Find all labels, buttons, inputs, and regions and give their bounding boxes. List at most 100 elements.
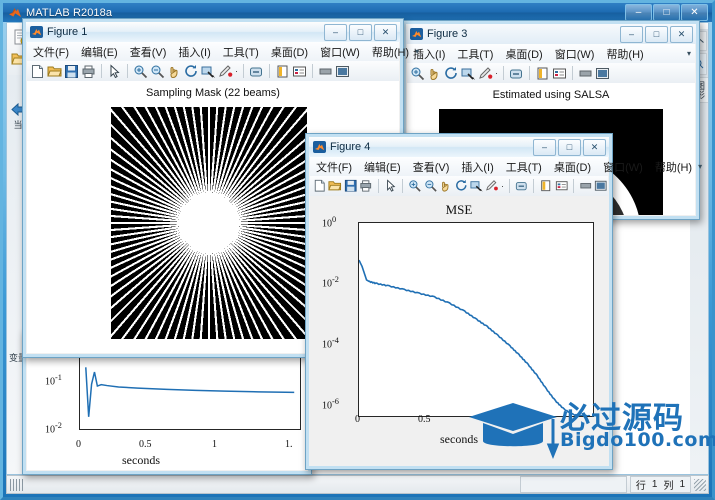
figure3-menubar[interactable]: 插入(I) 工具(T) 桌面(D) 窗口(W) 帮助(H) ▾ bbox=[407, 44, 695, 64]
colorbar-icon[interactable] bbox=[535, 66, 550, 81]
show-plot-tools-icon[interactable] bbox=[594, 179, 608, 194]
menu-item-window[interactable]: 窗口(W) bbox=[549, 46, 601, 62]
menu-item-view[interactable]: 查看(V) bbox=[407, 159, 456, 175]
figure3-maximize-button[interactable]: □ bbox=[645, 26, 668, 43]
pan-icon[interactable] bbox=[439, 179, 452, 194]
print-icon[interactable] bbox=[81, 64, 96, 79]
brush-dropdown-icon[interactable]: · bbox=[495, 68, 498, 78]
menu-item-desktop[interactable]: 桌面(D) bbox=[548, 159, 597, 175]
menu-item-help[interactable]: 帮助(H) bbox=[366, 44, 415, 60]
menu-overflow-chevron-icon[interactable]: ▾ bbox=[698, 162, 702, 171]
zoom-in-icon[interactable] bbox=[133, 64, 148, 79]
menu-item-desktop[interactable]: 桌面(D) bbox=[265, 44, 314, 60]
show-plot-tools-icon[interactable] bbox=[335, 64, 350, 79]
legend-icon[interactable] bbox=[292, 64, 307, 79]
menu-item-edit[interactable]: 编辑(E) bbox=[358, 159, 407, 175]
menu-item-help[interactable]: 帮助(H) bbox=[600, 46, 649, 62]
figure3-titlebar[interactable]: Figure 3 – □ ✕ bbox=[406, 24, 696, 44]
link-data-icon[interactable] bbox=[509, 66, 524, 81]
link-data-icon[interactable] bbox=[249, 64, 264, 79]
figure4-close-button[interactable]: ✕ bbox=[583, 139, 606, 156]
hide-plot-tools-icon[interactable] bbox=[578, 66, 593, 81]
figure3-minimize-button[interactable]: – bbox=[620, 26, 643, 43]
hide-plot-tools-icon[interactable] bbox=[579, 179, 592, 194]
data-cursor-icon[interactable] bbox=[461, 66, 476, 81]
menu-item-file[interactable]: 文件(F) bbox=[310, 159, 358, 175]
zoom-out-icon[interactable] bbox=[424, 179, 437, 194]
pan-icon[interactable] bbox=[167, 64, 182, 79]
hide-plot-tools-icon[interactable] bbox=[318, 64, 333, 79]
figure2-xtick-3: 1. bbox=[285, 439, 293, 450]
figure4-minimize-button[interactable]: – bbox=[533, 139, 556, 156]
new-figure-icon[interactable] bbox=[30, 64, 45, 79]
matlab-figure-icon bbox=[313, 141, 326, 153]
figure4-window[interactable]: Figure 4 – □ ✕ 文件(F) 编辑(E) 查看(V) 插入(I) 工… bbox=[305, 133, 702, 470]
brush-icon[interactable] bbox=[218, 64, 233, 79]
link-data-icon[interactable] bbox=[515, 179, 528, 194]
menu-item-tools[interactable]: 工具(T) bbox=[500, 159, 548, 175]
zoom-in-icon[interactable] bbox=[408, 179, 421, 194]
resize-grip-icon[interactable] bbox=[694, 478, 706, 491]
figure4-window-controls[interactable]: – □ ✕ bbox=[533, 139, 606, 156]
legend-icon[interactable] bbox=[552, 66, 567, 81]
figure4-titlebar[interactable]: Figure 4 – □ ✕ bbox=[309, 137, 609, 157]
menu-item-view[interactable]: 查看(V) bbox=[124, 44, 173, 60]
brush-dropdown-icon[interactable]: · bbox=[235, 66, 238, 76]
data-cursor-icon[interactable] bbox=[201, 64, 216, 79]
rotate-3d-icon[interactable] bbox=[184, 64, 199, 79]
rotate-3d-icon[interactable] bbox=[455, 179, 468, 194]
figure1-menubar[interactable]: 文件(F) 编辑(E) 查看(V) 插入(I) 工具(T) 桌面(D) 窗口(W… bbox=[27, 42, 419, 62]
save-figure-icon[interactable] bbox=[344, 179, 357, 194]
close-button[interactable]: ✕ bbox=[681, 4, 708, 21]
show-plot-tools-icon[interactable] bbox=[595, 66, 610, 81]
pan-icon[interactable] bbox=[427, 66, 442, 81]
pointer-icon[interactable] bbox=[384, 178, 397, 194]
menu-item-edit[interactable]: 编辑(E) bbox=[75, 44, 124, 60]
maximize-button[interactable]: □ bbox=[653, 4, 680, 21]
matlab-window-controls[interactable]: – □ ✕ bbox=[625, 4, 708, 21]
figure4-maximize-button[interactable]: □ bbox=[558, 139, 581, 156]
matlab-title-text: MATLAB R2018a bbox=[26, 6, 113, 19]
figure1-window-controls[interactable]: – □ ✕ bbox=[324, 24, 397, 41]
menu-item-window[interactable]: 窗口(W) bbox=[314, 44, 366, 60]
colorbar-icon[interactable] bbox=[275, 64, 290, 79]
menu-overflow-chevron-icon[interactable]: ▾ bbox=[415, 47, 419, 56]
menu-item-insert[interactable]: 插入(I) bbox=[172, 44, 216, 60]
matlab-figure-icon bbox=[410, 28, 423, 40]
legend-icon[interactable] bbox=[555, 179, 568, 194]
menu-item-tools[interactable]: 工具(T) bbox=[217, 44, 265, 60]
menu-item-file[interactable]: 文件(F) bbox=[27, 44, 75, 60]
figure1-close-button[interactable]: ✕ bbox=[374, 24, 397, 41]
figure3-close-button[interactable]: ✕ bbox=[670, 26, 693, 43]
rotate-3d-icon[interactable] bbox=[444, 66, 459, 81]
print-icon[interactable] bbox=[359, 179, 372, 194]
menu-item-desktop[interactable]: 桌面(D) bbox=[499, 46, 548, 62]
new-figure-icon[interactable] bbox=[313, 179, 326, 194]
colorbar-icon[interactable] bbox=[539, 179, 552, 194]
minimize-button[interactable]: – bbox=[625, 4, 652, 21]
menu-overflow-chevron-icon[interactable]: ▾ bbox=[687, 49, 691, 58]
save-figure-icon[interactable] bbox=[64, 64, 79, 79]
figure1-toolbar[interactable]: · bbox=[27, 61, 399, 82]
figure1-minimize-button[interactable]: – bbox=[324, 24, 347, 41]
brush-dropdown-icon[interactable]: · bbox=[501, 181, 504, 191]
open-file-icon[interactable] bbox=[47, 64, 62, 79]
brush-icon[interactable] bbox=[485, 179, 499, 194]
zoom-in-icon[interactable] bbox=[410, 66, 425, 81]
figure3-toolbar[interactable]: · bbox=[407, 63, 695, 84]
zoom-out-icon[interactable] bbox=[150, 64, 165, 79]
figure2-xtick-1: 0.5 bbox=[139, 439, 152, 450]
figure4-menubar[interactable]: 文件(F) 编辑(E) 查看(V) 插入(I) 工具(T) 桌面(D) 窗口(W… bbox=[310, 157, 702, 177]
menu-item-tools[interactable]: 工具(T) bbox=[451, 46, 499, 62]
open-file-icon[interactable] bbox=[328, 179, 342, 194]
figure1-maximize-button[interactable]: □ bbox=[349, 24, 372, 41]
data-cursor-icon[interactable] bbox=[470, 179, 483, 194]
menu-item-help[interactable]: 帮助(H) bbox=[649, 159, 698, 175]
figure4-toolbar[interactable]: · bbox=[310, 176, 608, 197]
figure3-window-controls[interactable]: – □ ✕ bbox=[620, 26, 693, 43]
brush-icon[interactable] bbox=[478, 66, 493, 81]
menu-item-window[interactable]: 窗口(W) bbox=[597, 159, 649, 175]
menu-item-insert[interactable]: 插入(I) bbox=[455, 159, 499, 175]
figure1-titlebar[interactable]: Figure 1 – □ ✕ bbox=[26, 22, 400, 42]
pointer-icon[interactable] bbox=[107, 63, 122, 79]
